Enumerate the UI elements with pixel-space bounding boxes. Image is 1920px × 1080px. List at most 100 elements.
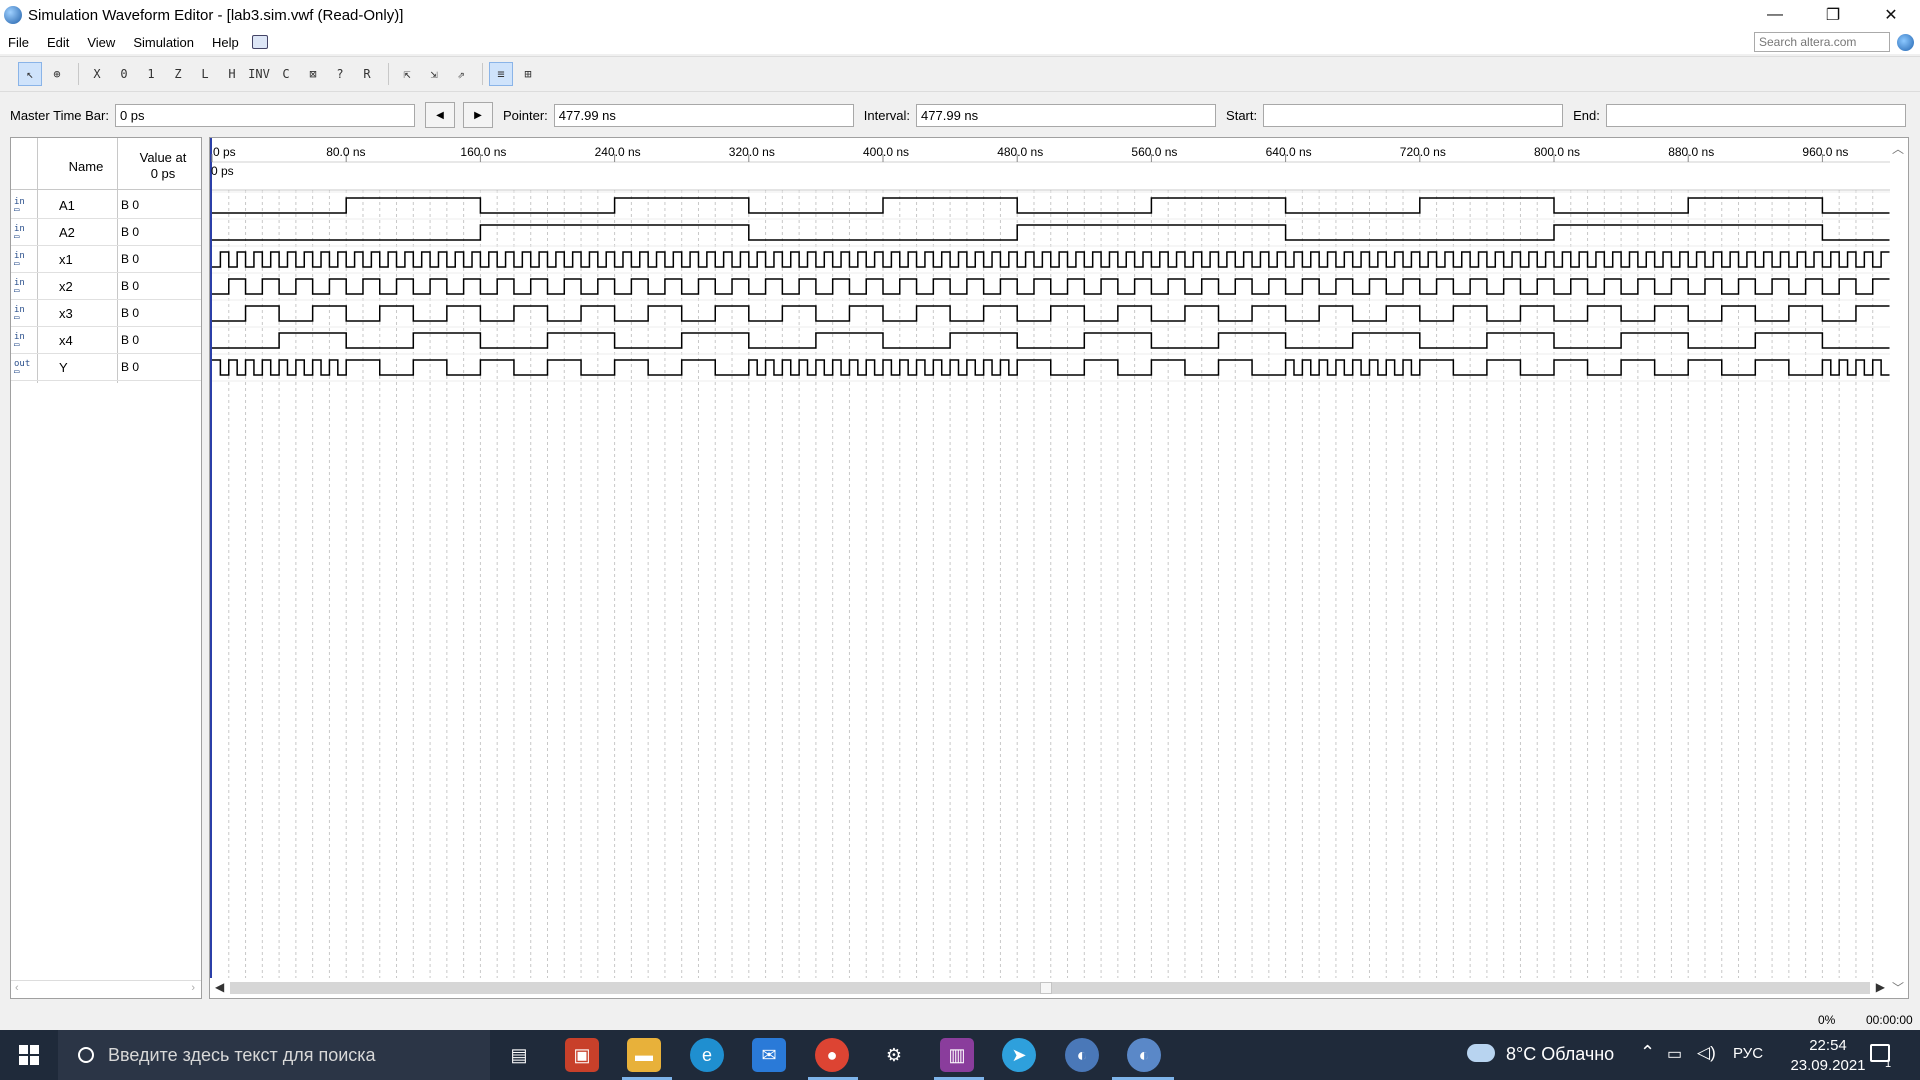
quartus-icon[interactable]: ◐ <box>1065 1038 1099 1072</box>
pointer-field[interactable]: 477.99 ns <box>553 103 854 127</box>
timeline-tick-label: 800.0 ns <box>1534 145 1581 159</box>
input-pin-icon: in ▭ <box>14 278 25 296</box>
signal-names-panel: Name Value at 0 ps in ▭ A1 B 0 in ▭ A2 B 0… <box>10 137 202 999</box>
group-icon[interactable]: ⊞ <box>516 62 540 86</box>
signal-name: A2 <box>59 225 75 240</box>
input-pin-icon: in ▭ <box>14 305 25 323</box>
volume-icon[interactable]: ◁) <box>1697 1043 1716 1063</box>
waveform-panel[interactable]: 0 ps 80.0 ns 160.0 ns 240.0 ns 320.0 ns 400.0… <box>209 137 1909 999</box>
pointer-label: Pointer: <box>502 107 548 123</box>
value-column-header[interactable]: Value at 0 ps <box>127 150 199 182</box>
minimize-button[interactable]: — <box>1746 0 1804 30</box>
force-low-icon[interactable]: 0 <box>112 62 136 86</box>
timeline-tick-label: 640.0 ns <box>1265 145 1312 159</box>
edge-icon[interactable]: e <box>690 1038 724 1072</box>
timeline-tick-label: 160.0 ns <box>460 145 507 159</box>
signal-row-x3[interactable]: in ▭ x3 B 0 <box>11 300 201 327</box>
scroll-thumb[interactable] <box>1040 982 1052 994</box>
clock-icon[interactable]: ⊠ <box>301 62 325 86</box>
start-field[interactable] <box>1263 103 1564 127</box>
signal-row-y[interactable]: out ▭ Y B 0 <box>11 354 201 381</box>
high-impedance-icon[interactable]: Z <box>166 62 190 86</box>
signal-row-x1[interactable]: in ▭ x1 B 0 <box>11 246 201 273</box>
timeline-tick-label: 0 ps <box>213 145 236 159</box>
menu-edit[interactable]: Edit <box>38 35 78 50</box>
waveform-canvas[interactable] <box>210 138 1909 999</box>
unknown-icon[interactable]: X <box>85 62 109 86</box>
interval-label: Interval: <box>863 107 911 123</box>
scroll-left-icon[interactable]: ‹ <box>15 982 19 994</box>
waveform-vertical-scrollbar[interactable]: ︿ ﹀ <box>1888 138 1908 998</box>
arbitrary-value-icon[interactable]: ? <box>328 62 352 86</box>
scroll-down-icon[interactable]: ﹀ <box>1892 979 1904 996</box>
interval-field[interactable]: 477.99 ns <box>916 103 1217 127</box>
snap-icon[interactable]: ⇱ <box>395 62 419 86</box>
next-transition-button[interactable]: ▶ <box>462 102 493 128</box>
network-icon[interactable]: ▭ <box>1667 1044 1682 1064</box>
prev-transition-button[interactable]: ◀ <box>424 102 455 128</box>
scroll-right-icon[interactable]: ▶ <box>1876 980 1885 994</box>
master-time-bar-field[interactable]: 0 ps <box>114 103 415 127</box>
language-indicator[interactable]: РУС <box>1733 1045 1763 1062</box>
settings-icon[interactable]: ⚙ <box>877 1038 911 1072</box>
select-icon[interactable]: ↖ <box>18 62 42 86</box>
maximize-button[interactable]: ❐ <box>1804 0 1862 30</box>
cloud-icon[interactable] <box>1467 1044 1495 1062</box>
input-pin-icon: in ▭ <box>14 224 25 242</box>
taskbar-search[interactable]: Введите здесь текст для поиска <box>58 1030 490 1080</box>
name-column-header[interactable]: Name <box>51 159 121 174</box>
clock-date: 23.09.2021 <box>1790 1057 1866 1074</box>
toolbar-separator <box>78 63 79 85</box>
value-header-line1: Value at <box>139 150 187 165</box>
menu-simulation[interactable]: Simulation <box>124 35 203 50</box>
scroll-right-icon[interactable]: › <box>191 982 195 994</box>
invert-icon[interactable]: INV <box>247 62 271 86</box>
scroll-up-icon[interactable]: ︿ <box>1892 140 1904 157</box>
timeline-tick-label: 480.0 ns <box>997 145 1044 159</box>
window-title: Simulation Waveform Editor - [lab3.sim.v… <box>28 6 404 24</box>
waveform-horizontal-scrollbar[interactable]: ◀ ▶ <box>210 978 1890 998</box>
chrome-icon[interactable]: ● <box>815 1038 849 1072</box>
winrar-icon[interactable]: ▥ <box>940 1038 974 1072</box>
random-value-icon[interactable]: R <box>355 62 379 86</box>
count-value-icon[interactable]: C <box>274 62 298 86</box>
clock[interactable]: 22:54 23.09.2021 <box>1780 1036 1876 1076</box>
app-window: { "window": { "title": "Simulation Wavef… <box>0 0 1920 1080</box>
names-horizontal-scrollbar[interactable]: ‹ › <box>11 980 201 998</box>
menu-help[interactable]: Help <box>203 35 248 50</box>
weak-low-icon[interactable]: L <box>193 62 217 86</box>
mail-icon[interactable]: ✉ <box>752 1038 786 1072</box>
telegram-icon[interactable]: ➤ <box>1002 1038 1036 1072</box>
tray-overflow-icon[interactable]: ⌃ <box>1640 1042 1655 1063</box>
menu-file[interactable]: File <box>0 35 38 50</box>
signal-row-a2[interactable]: in ▭ A2 B 0 <box>11 219 201 246</box>
comment-icon[interactable] <box>251 35 268 49</box>
close-button[interactable]: ✕ <box>1862 0 1920 30</box>
signal-value: B 0 <box>121 252 140 266</box>
globe-icon[interactable] <box>1897 34 1914 51</box>
overwrite-icon[interactable]: ⇗ <box>449 62 473 86</box>
weak-high-icon[interactable]: H <box>220 62 244 86</box>
task-view-icon[interactable]: ▤ <box>502 1038 536 1072</box>
toolbar: ↖ ⊕ X 0 1 Z L H INV C ⊠ ? R ⇱ ⇲ ⇗ ≡ ⊞ <box>0 56 1920 92</box>
quartus-simulator-icon[interactable]: ◐ <box>1127 1038 1161 1072</box>
end-field[interactable] <box>1605 103 1906 127</box>
force-high-icon[interactable]: 1 <box>139 62 163 86</box>
zoom-icon[interactable]: ⊕ <box>45 62 69 86</box>
signal-row-a1[interactable]: in ▭ A1 B 0 <box>11 192 201 219</box>
notification-count: 1 <box>1885 1058 1892 1070</box>
weather-text[interactable]: 8°C Облачно <box>1506 1044 1614 1065</box>
scroll-left-icon[interactable]: ◀ <box>215 980 224 994</box>
start-button[interactable] <box>0 1030 58 1080</box>
store-icon[interactable]: ▣ <box>565 1038 599 1072</box>
input-pin-icon: in ▭ <box>14 197 25 215</box>
grid-icon[interactable]: ⇲ <box>422 62 446 86</box>
signal-name: x4 <box>59 333 73 348</box>
waveform-view-icon[interactable]: ≡ <box>489 62 513 86</box>
signal-row-x4[interactable]: in ▭ x4 B 0 <box>11 327 201 354</box>
search-input[interactable]: Search altera.com <box>1754 32 1890 52</box>
menu-view[interactable]: View <box>78 35 124 50</box>
signal-name: x1 <box>59 252 73 267</box>
file-explorer-icon[interactable]: ▬ <box>627 1038 661 1072</box>
signal-row-x2[interactable]: in ▭ x2 B 0 <box>11 273 201 300</box>
